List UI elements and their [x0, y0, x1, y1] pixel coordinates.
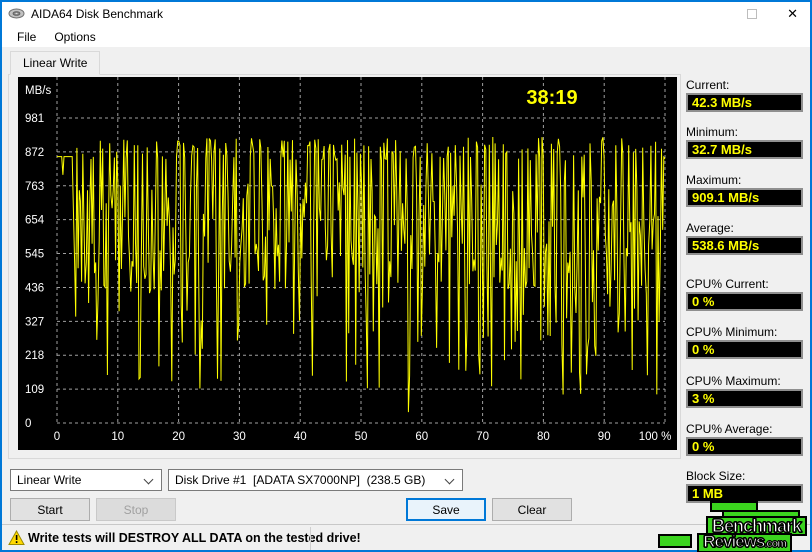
y-axis-tick: 872 [25, 147, 44, 159]
title-bar: AIDA64 Disk Benchmark ✕ [0, 0, 812, 27]
menu-bar: File Options [0, 27, 812, 47]
stat-label: CPU% Current: [686, 277, 769, 291]
x-axis-tick: 100 % [639, 431, 672, 443]
clear-button[interactable]: Clear [492, 498, 572, 521]
stat-value: 3 % [686, 389, 803, 408]
x-axis-tick: 0 [54, 431, 60, 443]
tab-linear-write[interactable]: Linear Write [10, 51, 101, 75]
logo-line2-text: Reviews [703, 532, 766, 551]
y-axis-tick: 436 [25, 282, 44, 294]
stat-label: CPU% Average: [686, 422, 773, 436]
stat-label: Minimum: [686, 125, 739, 139]
stat-cpu-average: CPU% Average: 0 % [686, 422, 803, 456]
x-axis-tick: 20 [172, 431, 185, 443]
start-button[interactable]: Start [10, 498, 90, 521]
y-axis-tick: 545 [25, 249, 44, 261]
x-axis-tick: 50 [355, 431, 368, 443]
stat-current: Current: 42.3 MB/s [686, 78, 803, 112]
stat-value: 0 % [686, 437, 803, 456]
stat-cpu-current: CPU% Current: 0 % [686, 277, 803, 311]
y-axis-tick: 109 [25, 384, 44, 396]
logo-suffix: .com [764, 538, 787, 551]
stat-value: 538.6 MB/s [686, 236, 803, 255]
stat-label: Current: [686, 78, 730, 92]
x-axis-tick: 80 [537, 431, 550, 443]
chart-canvas: 981 872 763 654 545 436 327 218 109 0 MB/s 0 10 20 30 4… [25, 77, 672, 443]
save-button[interactable]: Save [406, 498, 486, 521]
y-axis-tick: 218 [25, 350, 44, 362]
x-axis-tick: 70 [476, 431, 489, 443]
stat-value: 0 % [686, 340, 803, 359]
window-title: AIDA64 Disk Benchmark [31, 6, 164, 21]
test-type-value: Linear Write [17, 473, 82, 487]
x-axis-tick: 40 [294, 431, 307, 443]
benchmark-reviews-logo: Benchmark Reviews.com [658, 501, 810, 552]
warning-icon [8, 530, 25, 545]
chevron-down-icon [143, 474, 154, 485]
stat-label: CPU% Minimum: [686, 325, 778, 339]
y-axis-tick: 327 [25, 316, 44, 328]
maximize-icon [747, 8, 758, 19]
x-axis-tick: 90 [598, 431, 611, 443]
x-axis-tick: 10 [111, 431, 124, 443]
x-axis-tick: 30 [233, 431, 246, 443]
stat-cpu-maximum: CPU% Maximum: 3 % [686, 374, 803, 408]
throughput-series [57, 136, 666, 413]
stat-average: Average: 538.6 MB/s [686, 221, 803, 255]
tab-label: Linear Write [23, 56, 88, 70]
elapsed-timer: 38:19 [526, 87, 577, 109]
stat-minimum: Minimum: 32.7 MB/s [686, 125, 803, 159]
menu-options[interactable]: Options [45, 28, 104, 46]
drive-select[interactable]: Disk Drive #1 [ADATA SX7000NP] (238.5 GB… [168, 469, 463, 491]
disk-icon [8, 8, 25, 19]
y-axis-tick: 981 [25, 113, 44, 125]
stat-block-size: Block Size: 1 MB [686, 469, 803, 503]
stop-button[interactable]: Stop [96, 498, 176, 521]
stat-value: 42.3 MB/s [686, 93, 803, 112]
statusbar-separator [310, 527, 311, 551]
drive-select-value: Disk Drive #1 [ADATA SX7000NP] (238.5 GB… [175, 473, 426, 487]
y-axis-unit-label: MB/s [25, 85, 51, 97]
y-axis-tick: 654 [25, 215, 45, 227]
stat-maximum: Maximum: 909.1 MB/s [686, 173, 803, 207]
maximize-button[interactable] [747, 8, 758, 19]
window-controls: ✕ [717, 0, 806, 27]
aida64-disk-benchmark-window: AIDA64 Disk Benchmark ✕ File Options Lin… [0, 0, 812, 552]
y-axis-tick: 0 [25, 418, 31, 430]
benchmark-chart: 981 872 763 654 545 436 327 218 109 0 MB/s 0 10 20 30 4… [18, 77, 677, 450]
logo-bar-icon [658, 534, 692, 548]
chevron-down-icon [444, 474, 455, 485]
stat-value: 909.1 MB/s [686, 188, 803, 207]
menu-file[interactable]: File [8, 28, 45, 46]
test-type-select[interactable]: Linear Write [10, 469, 162, 491]
stat-label: Block Size: [686, 469, 746, 483]
stat-label: Average: [686, 221, 734, 235]
close-button[interactable]: ✕ [787, 7, 798, 20]
stat-value: 32.7 MB/s [686, 140, 803, 159]
stat-label: CPU% Maximum: [686, 374, 781, 388]
stat-cpu-minimum: CPU% Minimum: 0 % [686, 325, 803, 359]
stat-value: 0 % [686, 292, 803, 311]
y-axis-tick: 763 [25, 181, 44, 193]
logo-line2: Reviews.com [697, 532, 792, 552]
stat-label: Maximum: [686, 173, 742, 187]
x-axis-tick: 60 [415, 431, 428, 443]
